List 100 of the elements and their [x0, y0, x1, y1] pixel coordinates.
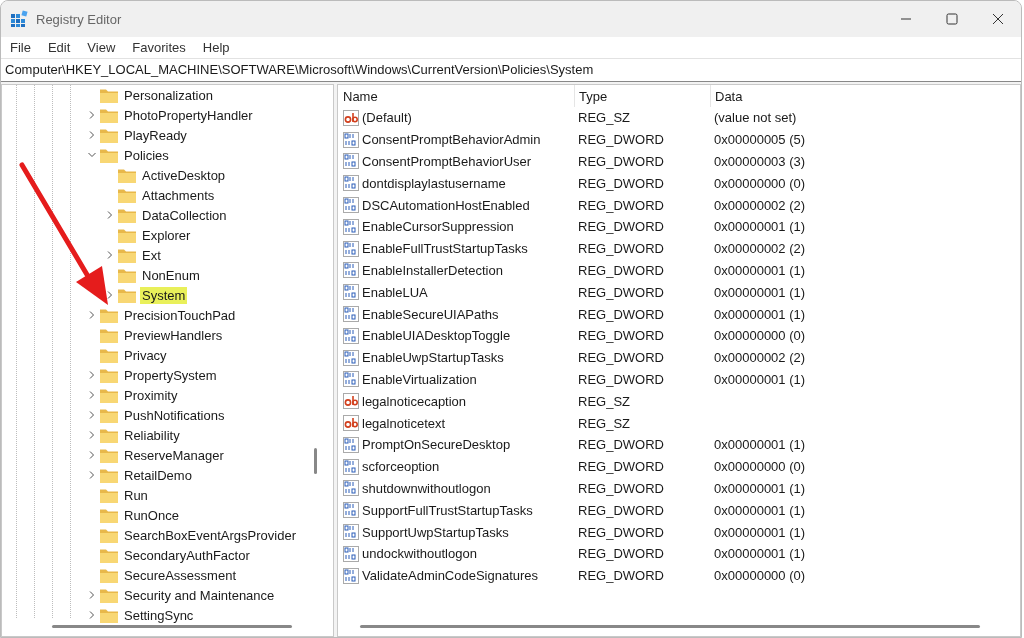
tree-item[interactable]: Proximity: [122, 386, 180, 404]
tree-item[interactable]: Security and Maintenance: [122, 586, 277, 604]
value-name[interactable]: EnableCursorSuppression: [362, 219, 514, 235]
tree-item[interactable]: DataCollection: [140, 206, 229, 224]
chevron-right-icon[interactable]: [88, 371, 96, 379]
tree-item[interactable]: ActiveDesktop: [140, 166, 228, 184]
folder-icon: [118, 267, 136, 283]
value-data: 0x00000001 (1): [713, 306, 806, 322]
chevron-right-icon[interactable]: [88, 391, 96, 399]
value-name[interactable]: SupportUwpStartupTasks: [362, 524, 509, 540]
chevron-right-icon[interactable]: [106, 291, 114, 299]
chevron-right-icon[interactable]: [88, 611, 96, 619]
chevron-right-icon[interactable]: [106, 251, 114, 259]
value-name[interactable]: EnableSecureUIAPaths: [362, 306, 499, 322]
folder-icon: [100, 307, 118, 323]
address-field[interactable]: Computer\HKEY_LOCAL_MACHINE\SOFTWARE\Microsoft\Windows\CurrentVersion\Policies\System: [1, 58, 1021, 82]
value-data: 0x00000001 (1): [713, 437, 806, 453]
tree-item[interactable]: Reliability: [122, 426, 182, 444]
tree-item[interactable]: System: [140, 286, 188, 304]
folder-icon: [100, 467, 118, 483]
value-name[interactable]: ValidateAdminCodeSignatures: [362, 568, 539, 584]
tree-item[interactable]: RetailDemo: [122, 466, 194, 484]
chevron-right-icon[interactable]: [88, 431, 96, 439]
value-name[interactable]: (Default): [362, 110, 412, 126]
folder-icon: [118, 187, 136, 203]
value-name[interactable]: SupportFullTrustStartupTasks: [362, 502, 533, 518]
value-name[interactable]: DSCAutomationHostEnabled: [362, 197, 530, 213]
tree-item[interactable]: SecondaryAuthFactor: [122, 546, 252, 564]
value-name[interactable]: ConsentPromptBehaviorAdmin: [362, 132, 541, 148]
tree-item[interactable]: Privacy: [122, 346, 169, 364]
value-name[interactable]: undockwithoutlogon: [362, 546, 477, 562]
column-header[interactable]: Name: [338, 88, 574, 104]
binary-value-icon: [343, 262, 359, 279]
tree-item[interactable]: Explorer: [140, 226, 193, 244]
tree-item[interactable]: Attachments: [140, 186, 217, 204]
value-name[interactable]: EnableFullTrustStartupTasks: [362, 241, 528, 257]
value-data: 0x00000002 (2): [713, 241, 806, 257]
tree-item[interactable]: NonEnum: [140, 266, 202, 284]
value-type: REG_DWORD: [577, 154, 665, 169]
tree-item[interactable]: SearchBoxEventArgsProvider: [122, 526, 298, 544]
folder-icon: [100, 547, 118, 563]
value-name[interactable]: scforceoption: [362, 459, 440, 475]
folder-icon: [100, 587, 118, 603]
maximize-icon[interactable]: [946, 13, 958, 25]
tree-item[interactable]: SettingSync: [122, 606, 196, 624]
tree-item[interactable]: Run: [122, 486, 150, 504]
value-name[interactable]: shutdownwithoutlogon: [362, 480, 491, 496]
chevron-right-icon[interactable]: [88, 131, 96, 139]
tree-item[interactable]: PrecisionTouchPad: [122, 306, 238, 324]
chevron-right-icon[interactable]: [88, 311, 96, 319]
tree-item[interactable]: Policies: [122, 146, 171, 164]
value-name[interactable]: EnableLUA: [362, 284, 428, 300]
scrollbar-thumb[interactable]: [360, 625, 980, 628]
folder-icon: [118, 207, 136, 223]
chevron-down-icon[interactable]: [88, 151, 96, 159]
value-type: REG_DWORD: [577, 262, 665, 278]
chevron-right-icon[interactable]: [106, 211, 114, 219]
menu-item[interactable]: Favorites: [131, 40, 195, 55]
column-header[interactable]: Type: [574, 85, 710, 107]
menu-item[interactable]: File: [9, 40, 40, 55]
tree-item[interactable]: Ext: [140, 246, 163, 264]
value-name[interactable]: PromptOnSecureDesktop: [362, 437, 511, 453]
tree-item[interactable]: PushNotifications: [122, 406, 227, 424]
binary-value-icon: [343, 284, 359, 301]
tree-item[interactable]: PhotoPropertyHandler: [122, 106, 255, 124]
value-name[interactable]: legalnoticetext: [362, 415, 446, 431]
binary-value-icon: [343, 197, 359, 214]
menu-item[interactable]: Edit: [46, 40, 80, 55]
string-value-icon: [343, 109, 359, 126]
tree-item[interactable]: PropertySystem: [122, 366, 219, 384]
chevron-right-icon[interactable]: [88, 111, 96, 119]
scrollbar-thumb[interactable]: [314, 448, 317, 474]
chevron-right-icon[interactable]: [88, 451, 96, 459]
value-name[interactable]: EnableUIADesktopToggle: [362, 328, 511, 344]
binary-value-icon: [343, 327, 359, 344]
value-name[interactable]: EnableInstallerDetection: [362, 262, 503, 278]
menu-item[interactable]: Help: [201, 40, 239, 55]
value-name[interactable]: legalnoticecaption: [362, 393, 467, 409]
close-icon[interactable]: [992, 13, 1004, 25]
folder-icon: [100, 507, 118, 523]
tree-item[interactable]: PlayReady: [122, 126, 189, 144]
value-type: REG_SZ: [577, 415, 631, 431]
tree-item[interactable]: PreviewHandlers: [122, 326, 225, 344]
menu-item[interactable]: View: [86, 40, 125, 55]
folder-icon: [100, 387, 118, 403]
value-name[interactable]: EnableUwpStartupTasks: [362, 350, 504, 366]
column-header[interactable]: Data: [710, 85, 743, 107]
value-type: REG_DWORD: [577, 437, 665, 453]
tree-item[interactable]: RunOnce: [122, 506, 181, 524]
scrollbar-thumb[interactable]: [52, 625, 292, 628]
chevron-right-icon[interactable]: [88, 411, 96, 419]
value-name[interactable]: dontdisplaylastusername: [362, 175, 506, 191]
value-name[interactable]: ConsentPromptBehaviorUser: [362, 154, 532, 169]
chevron-right-icon[interactable]: [88, 471, 96, 479]
tree-item[interactable]: SecureAssessment: [122, 566, 238, 584]
value-name[interactable]: EnableVirtualization: [362, 371, 477, 387]
tree-item[interactable]: Personalization: [122, 86, 215, 104]
chevron-right-icon[interactable]: [88, 591, 96, 599]
tree-item[interactable]: ReserveManager: [122, 446, 226, 464]
value-data: 0x00000001 (1): [713, 524, 806, 540]
